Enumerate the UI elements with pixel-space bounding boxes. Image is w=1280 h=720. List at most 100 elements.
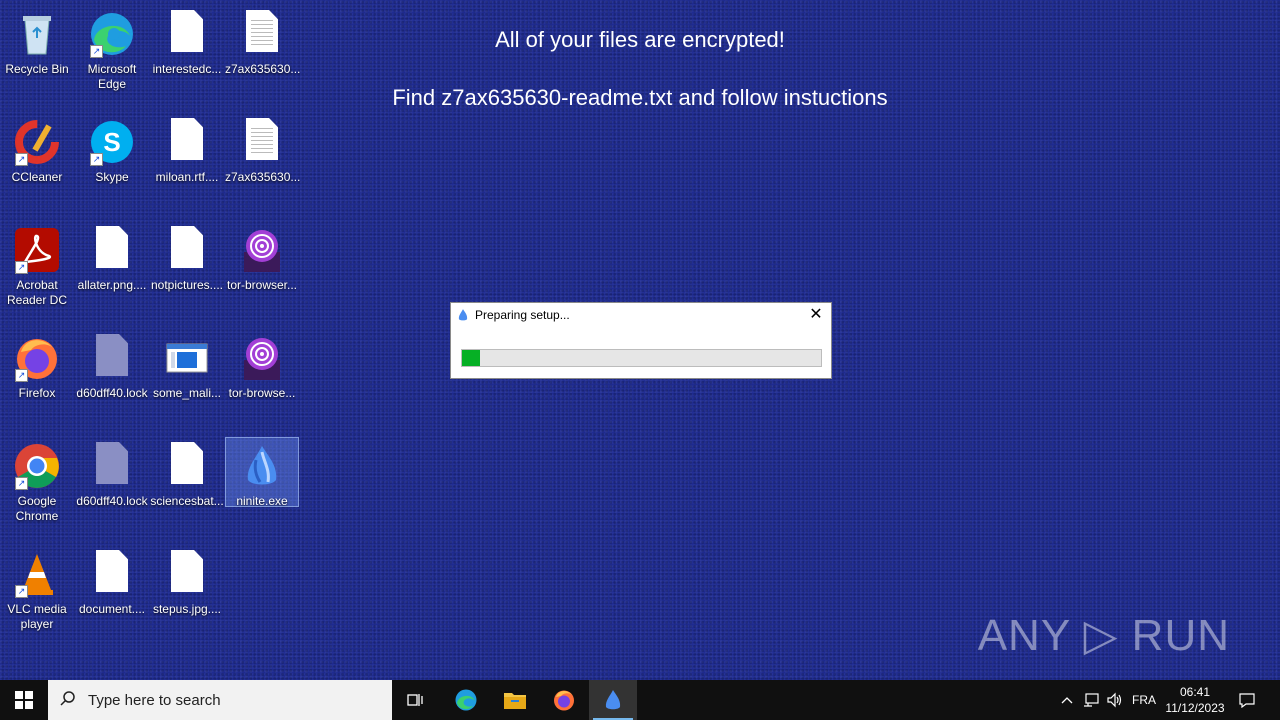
volume-icon	[1107, 692, 1122, 708]
desktop-icon-label: tor-browser...	[226, 278, 298, 292]
folder-icon	[504, 693, 526, 709]
desktop-icon-label: d60dff40.lock	[76, 386, 148, 400]
desktop-icon-label: d60dff40.lock	[76, 494, 148, 508]
tor-browser-icon	[238, 334, 286, 382]
taskbar-firefox[interactable]	[540, 680, 588, 720]
desktop-icon-ccleaner[interactable]: ↗ CCleaner	[0, 114, 74, 185]
file-icon	[88, 550, 136, 598]
edge-icon: ↗	[88, 10, 136, 58]
desktop-icon-lock-2[interactable]: d60dff40.lock	[75, 438, 149, 509]
desktop-icon-vlc[interactable]: ↗ VLC media player	[0, 546, 74, 632]
notifications-button[interactable]	[1234, 680, 1260, 720]
desktop-icon-tor-1[interactable]: tor-browser...	[225, 222, 299, 293]
desktop-icon-tor-2[interactable]: tor-browse...	[225, 330, 299, 401]
desktop-icon-z7ax-1[interactable]: z7ax635630...	[225, 6, 300, 77]
desktop-icon-lock-1[interactable]: d60dff40.lock	[75, 330, 149, 401]
desktop-icon-skype[interactable]: S ↗ Skype	[75, 114, 149, 185]
network-button[interactable]	[1080, 680, 1102, 720]
desktop-icon-label: stepus.jpg....	[152, 602, 222, 616]
task-view-button[interactable]	[392, 680, 440, 720]
desktop-icon-label: VLC media player	[7, 602, 67, 631]
edge-icon	[455, 689, 477, 711]
desktop: All of your files are encrypted! Find z7…	[0, 0, 1280, 680]
file-icon	[163, 442, 211, 490]
desktop-icon-z7ax-2[interactable]: z7ax635630...	[225, 114, 301, 185]
desktop-icon-sciencesbat[interactable]: sciencesbat...	[150, 438, 224, 509]
clock-time: 06:41	[1179, 685, 1211, 699]
desktop-icon-interested[interactable]: interestedc...	[150, 6, 224, 77]
desktop-icon-notpictures[interactable]: notpictures....	[150, 222, 224, 293]
desktop-icon-label: some_mali...	[152, 386, 222, 400]
ninite-icon	[238, 442, 286, 490]
desktop-icon-firefox[interactable]: ↗ Firefox	[0, 330, 74, 401]
text-file-icon	[238, 118, 286, 166]
desktop-icon-label: interestedc...	[152, 62, 222, 76]
desktop-icon-stepus[interactable]: stepus.jpg....	[150, 546, 224, 617]
task-view-icon	[407, 694, 423, 706]
shortcut-arrow-icon: ↗	[15, 153, 28, 166]
ransom-message-line2: Find z7ax635630-readme.txt and follow in…	[392, 85, 888, 110]
desktop-icon-allater[interactable]: allater.png....	[75, 222, 149, 293]
locked-file-icon	[88, 442, 136, 490]
desktop-icon-acrobat[interactable]: ↗ Acrobat Reader DC	[0, 222, 74, 308]
taskbar-clock[interactable]: 06:41 11/12/2023	[1160, 684, 1230, 716]
shortcut-arrow-icon: ↗	[15, 585, 28, 598]
taskbar-edge[interactable]	[442, 680, 490, 720]
firefox-icon: ↗	[13, 334, 61, 382]
setup-dialog: Preparing setup... ✕	[450, 302, 832, 379]
desktop-icon-label: Microsoft Edge	[87, 62, 137, 91]
desktop-icon-some-mali[interactable]: some_mali...	[150, 330, 224, 401]
desktop-icon-chrome[interactable]: ↗ Google Chrome	[0, 438, 74, 524]
desktop-icon-edge[interactable]: ↗ Microsoft Edge	[75, 6, 149, 92]
taskbar-ninite[interactable]	[589, 680, 637, 720]
taskbar: Type here to search FRA 06:41 11/12/2023	[0, 680, 1280, 720]
vlc-icon: ↗	[13, 550, 61, 598]
network-icon	[1084, 693, 1099, 707]
dialog-title: Preparing setup...	[475, 308, 570, 322]
show-hidden-icons-button[interactable]	[1056, 680, 1078, 720]
shortcut-arrow-icon: ↗	[90, 45, 103, 58]
file-icon	[88, 226, 136, 274]
locked-file-icon	[88, 334, 136, 382]
progress-bar	[461, 349, 822, 367]
taskbar-search-box[interactable]: Type here to search	[48, 680, 392, 720]
desktop-icon-ninite[interactable]: ninite.exe	[225, 437, 299, 508]
language-indicator[interactable]: FRA	[1128, 680, 1160, 720]
notification-icon	[1239, 693, 1255, 708]
svg-text:S: S	[103, 127, 120, 157]
desktop-icon-miloan[interactable]: miloan.rtf....	[150, 114, 224, 185]
desktop-icon-label: CCleaner	[11, 170, 63, 184]
recycle-bin-icon	[13, 10, 61, 58]
file-icon	[163, 10, 211, 58]
desktop-icon-label: Firefox	[18, 386, 56, 400]
firefox-icon	[554, 690, 574, 711]
desktop-icon-label: Skype	[95, 170, 129, 184]
progress-fill	[462, 350, 480, 366]
desktop-icon-label: Recycle Bin	[5, 62, 69, 76]
search-icon	[48, 690, 88, 711]
shortcut-arrow-icon: ↗	[15, 369, 28, 382]
start-button[interactable]	[0, 680, 48, 720]
chevron-up-icon	[1061, 697, 1073, 704]
file-icon	[163, 550, 211, 598]
desktop-icon-label: notpictures....	[150, 278, 224, 292]
volume-button[interactable]	[1104, 680, 1126, 720]
desktop-icon-label: Google Chrome	[15, 494, 59, 523]
desktop-icon-label: document....	[78, 602, 146, 616]
text-file-icon	[238, 10, 286, 58]
desktop-icon-label: Acrobat Reader DC	[6, 278, 68, 307]
windows-logo-icon	[15, 691, 33, 709]
application-window-icon	[163, 334, 211, 382]
clock-date: 11/12/2023	[1165, 701, 1225, 715]
ninite-icon	[456, 308, 470, 322]
close-icon[interactable]: ✕	[807, 306, 825, 324]
desktop-icon-document[interactable]: document....	[75, 546, 149, 617]
desktop-icon-label: allater.png....	[77, 278, 147, 292]
skype-icon: S ↗	[88, 118, 136, 166]
desktop-icon-label: z7ax635630...	[225, 170, 301, 184]
desktop-icon-label: sciencesbat...	[150, 494, 224, 508]
taskbar-file-explorer[interactable]	[491, 680, 539, 720]
search-placeholder: Type here to search	[88, 691, 221, 709]
desktop-icon-recycle-bin[interactable]: Recycle Bin	[0, 6, 74, 77]
shortcut-arrow-icon: ↗	[15, 477, 28, 490]
